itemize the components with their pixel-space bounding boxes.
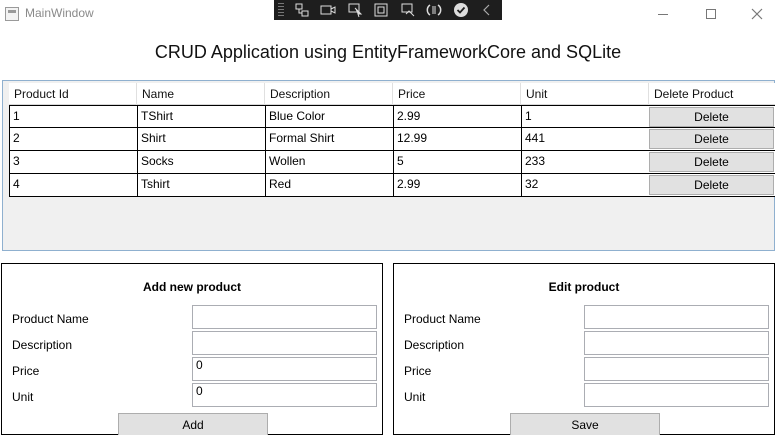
add-button[interactable]: Add (118, 413, 268, 435)
record-icon (320, 5, 336, 15)
delete-button[interactable]: Delete (649, 175, 774, 195)
add-panel-title: Add new product (143, 280, 241, 294)
column-header-unit[interactable]: Unit (521, 83, 649, 105)
toolbar-grip-icon[interactable] (278, 3, 284, 17)
collapse-toolbar-button[interactable] (475, 1, 499, 19)
add-unit-input[interactable] (192, 383, 377, 407)
collapse-chevron-icon (483, 4, 490, 16)
page-title: CRUD Application using EntityFrameworkCo… (154, 42, 622, 62)
cell-product-id[interactable]: 3 (9, 151, 137, 174)
table-row[interactable]: 1 TShirt Blue Color 2.99 1 Delete (9, 105, 775, 129)
save-button[interactable]: Save (510, 413, 660, 435)
cell-unit[interactable]: 1 (521, 106, 649, 129)
column-header-delete-product[interactable]: Delete Product (649, 83, 775, 105)
binding-check-icon (453, 3, 468, 17)
column-header-product-id[interactable]: Product Id (9, 83, 137, 105)
cell-description[interactable]: Red (265, 174, 393, 197)
maximize-icon (706, 9, 716, 19)
edit-product-name-label: Product Name (404, 312, 481, 326)
cell-price[interactable]: 2.99 (393, 174, 521, 197)
edit-price-label: Price (404, 364, 432, 378)
select-element-button[interactable] (343, 1, 367, 19)
window-title: MainWindow (25, 6, 94, 20)
add-price-input[interactable] (192, 357, 377, 381)
cell-product-id[interactable]: 1 (9, 106, 137, 129)
hot-reload-icon (426, 4, 442, 16)
cell-name[interactable]: Tshirt (137, 174, 265, 197)
track-focus-icon (401, 3, 415, 17)
cell-description[interactable]: Wollen (265, 151, 393, 174)
cell-price[interactable]: 12.99 (393, 128, 521, 151)
cell-product-id[interactable]: 4 (9, 174, 137, 197)
debug-toolbar (274, 0, 502, 20)
close-icon (751, 8, 763, 20)
column-header-name[interactable]: Name (137, 83, 265, 105)
edit-description-label: Description (404, 338, 465, 352)
edit-product-name-input[interactable] (584, 305, 769, 329)
add-product-panel: Add new product Product Name Description… (1, 263, 383, 435)
binding-check-button[interactable] (449, 1, 473, 19)
table-row[interactable]: 3 Socks Wollen 5 233 Delete (9, 151, 775, 174)
cell-description[interactable]: Blue Color (265, 106, 393, 129)
cell-price[interactable]: 5 (393, 151, 521, 174)
minimize-button[interactable] (640, 0, 686, 28)
add-unit-label: Unit (12, 390, 34, 404)
cell-price[interactable]: 2.99 (393, 106, 521, 129)
add-product-name-label: Product Name (12, 312, 89, 326)
select-element-icon (348, 3, 362, 18)
cell-unit[interactable]: 32 (521, 174, 649, 197)
table-row[interactable]: 2 Shirt Formal Shirt 12.99 441 Delete (9, 128, 775, 151)
edit-price-input[interactable] (584, 357, 769, 381)
cell-unit[interactable]: 441 (521, 128, 649, 151)
column-header-price[interactable]: Price (393, 83, 521, 105)
record-button[interactable] (316, 1, 340, 19)
edit-product-panel: Edit product Product Name Description Pr… (393, 263, 775, 435)
add-description-input[interactable] (192, 331, 377, 355)
hot-reload-button[interactable] (422, 1, 446, 19)
track-focus-button[interactable] (396, 1, 420, 19)
table-row[interactable]: 4 Tshirt Red 2.99 32 Delete (9, 174, 775, 197)
edit-unit-input[interactable] (584, 383, 769, 407)
edit-panel-title: Edit product (548, 280, 620, 294)
cell-name[interactable]: TShirt (137, 106, 265, 129)
add-description-label: Description (12, 338, 73, 352)
close-button[interactable] (734, 0, 776, 28)
display-layout-adorners-button[interactable] (369, 1, 393, 19)
live-visual-tree-button[interactable] (290, 1, 314, 19)
delete-button[interactable]: Delete (649, 107, 774, 127)
cell-description[interactable]: Formal Shirt (265, 128, 393, 151)
edit-description-input[interactable] (584, 331, 769, 355)
add-price-label: Price (12, 364, 40, 378)
products-data-grid[interactable]: Product Id Name Description Price Unit D… (2, 80, 775, 251)
delete-button[interactable]: Delete (649, 129, 774, 149)
minimize-icon (658, 13, 668, 15)
cell-product-id[interactable]: 2 (9, 128, 137, 151)
edit-unit-label: Unit (404, 390, 426, 404)
cell-unit[interactable]: 233 (521, 151, 649, 174)
display-layout-adorners-icon (374, 3, 388, 17)
cell-name[interactable]: Socks (137, 151, 265, 174)
app-window-icon (5, 7, 19, 21)
delete-button[interactable]: Delete (649, 152, 774, 172)
add-product-name-input[interactable] (192, 305, 377, 329)
grid-header: Product Id Name Description Price Unit D… (9, 83, 775, 105)
maximize-button[interactable] (688, 0, 734, 28)
cell-name[interactable]: Shirt (137, 128, 265, 151)
live-visual-tree-icon (295, 3, 309, 17)
column-header-description[interactable]: Description (265, 83, 393, 105)
